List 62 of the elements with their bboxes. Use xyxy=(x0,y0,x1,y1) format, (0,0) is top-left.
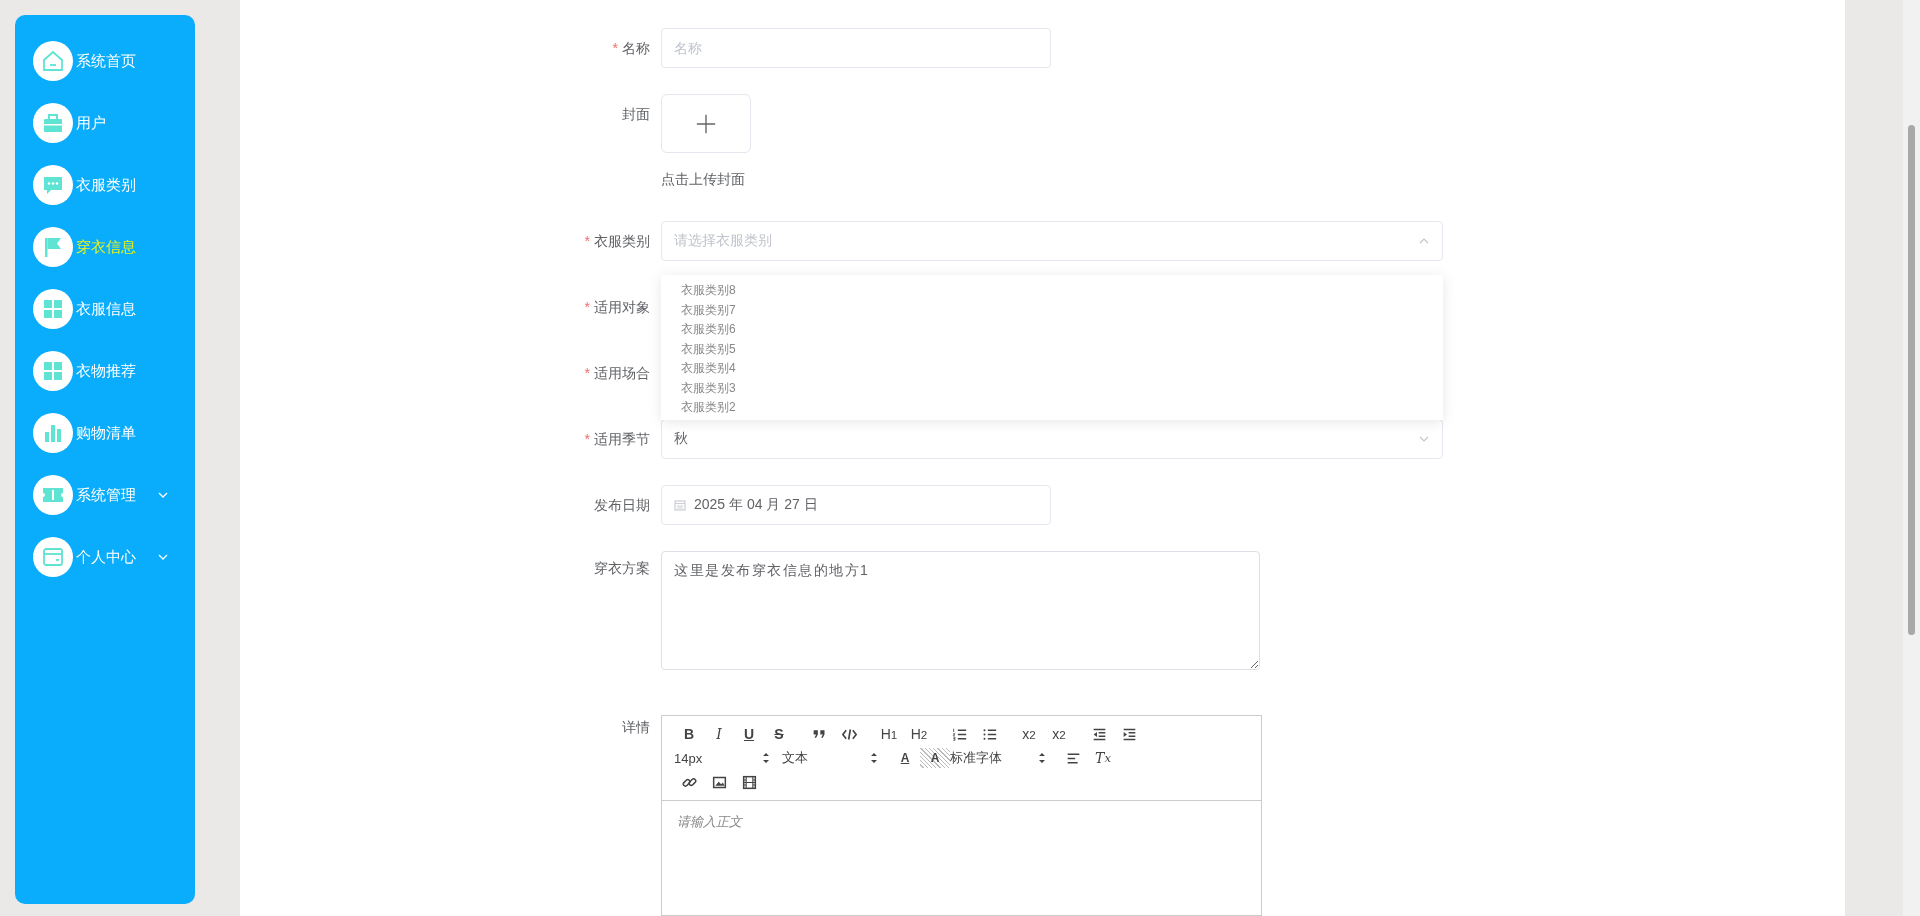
briefcase-icon xyxy=(41,111,65,135)
dropdown-option[interactable]: 衣服类别6 xyxy=(661,320,1443,340)
toolbar-button[interactable]: S xyxy=(764,724,794,744)
field-label: 穿衣方案 xyxy=(594,560,650,576)
field-label: 适用对象 xyxy=(594,299,650,315)
required-asterisk: * xyxy=(612,40,618,56)
toolbar-button[interactable]: A xyxy=(920,748,950,768)
field-label: 衣服类别 xyxy=(594,233,650,249)
bullet-list-icon[interactable] xyxy=(981,726,997,742)
upload-tip: 点击上传封面 xyxy=(661,170,746,189)
field-label: 适用场合 xyxy=(594,365,650,381)
sidebar-item[interactable]: 衣服类别 xyxy=(15,154,195,216)
plus-icon xyxy=(695,112,717,135)
toolbar-dropdown[interactable]: 文本 xyxy=(782,748,890,768)
dropdown-option[interactable]: 衣服类别8 xyxy=(661,281,1443,301)
outdent-icon[interactable] xyxy=(1091,726,1107,742)
sidebar-item[interactable]: 衣服信息 xyxy=(15,278,195,340)
film-icon[interactable] xyxy=(741,774,757,790)
grid-icon xyxy=(41,297,65,321)
editor-area[interactable]: 请输入正文 xyxy=(662,801,1261,915)
field-label: 适用季节 xyxy=(594,431,650,447)
up-down-arrows-icon xyxy=(762,752,770,764)
up-down-arrows-icon xyxy=(870,752,878,764)
toolbar-button[interactable]: U xyxy=(734,724,764,744)
code-icon[interactable] xyxy=(841,726,857,742)
sidebar-item[interactable]: 衣物推荐 xyxy=(15,340,195,402)
up-down-arrows-icon xyxy=(1038,752,1046,764)
text-area[interactable]: 这里是发布穿衣信息的地方1 xyxy=(661,551,1260,670)
home-icon xyxy=(41,49,65,73)
sidebar-item[interactable]: 购物清单 xyxy=(15,402,195,464)
field-label: 封面 xyxy=(622,106,650,122)
required-asterisk: * xyxy=(584,431,590,447)
dropdown-option[interactable]: 衣服类别7 xyxy=(661,300,1443,320)
wallet-icon xyxy=(41,545,65,569)
toolbar-button[interactable]: A xyxy=(890,748,920,768)
sidebar-item[interactable]: 个人中心 xyxy=(15,526,195,588)
required-asterisk: * xyxy=(584,365,590,381)
grid-icon xyxy=(41,359,65,383)
date-picker[interactable]: 2025 年 04 月 27 日 xyxy=(661,485,1051,525)
image-icon[interactable] xyxy=(711,774,727,790)
dropdown-option[interactable]: 衣服类别2 xyxy=(661,398,1443,418)
toolbar-dropdown[interactable]: 14px xyxy=(674,748,782,768)
name-input[interactable]: 名称 xyxy=(661,28,1051,68)
dropdown-option[interactable]: 衣服类别4 xyxy=(661,359,1443,379)
sidebar-item[interactable]: 用户 xyxy=(15,92,195,154)
dropdown-option[interactable]: 衣服类别5 xyxy=(661,339,1443,359)
scrollbar[interactable] xyxy=(1903,0,1920,916)
numbered-list-icon[interactable] xyxy=(951,726,967,742)
field-label: 发布日期 xyxy=(594,497,650,513)
sidebar-item[interactable]: 系统管理 xyxy=(15,464,195,526)
toolbar-button[interactable]: B xyxy=(674,724,704,744)
toolbar-button[interactable]: I xyxy=(704,724,734,744)
required-asterisk: * xyxy=(584,233,590,249)
sidebar-item[interactable]: 穿衣信息 xyxy=(15,216,195,278)
toolbar-dropdown[interactable]: 标准字体 xyxy=(950,748,1058,768)
required-asterisk: * xyxy=(584,299,590,315)
field-label: 名称 xyxy=(622,40,650,56)
sidebar-item[interactable]: 系统首页 xyxy=(15,30,195,92)
field-label: 详情 xyxy=(622,719,650,735)
calendar-icon xyxy=(674,499,686,511)
indent-icon[interactable] xyxy=(1121,726,1137,742)
dropdown-option[interactable]: 衣服类别3 xyxy=(661,378,1443,398)
